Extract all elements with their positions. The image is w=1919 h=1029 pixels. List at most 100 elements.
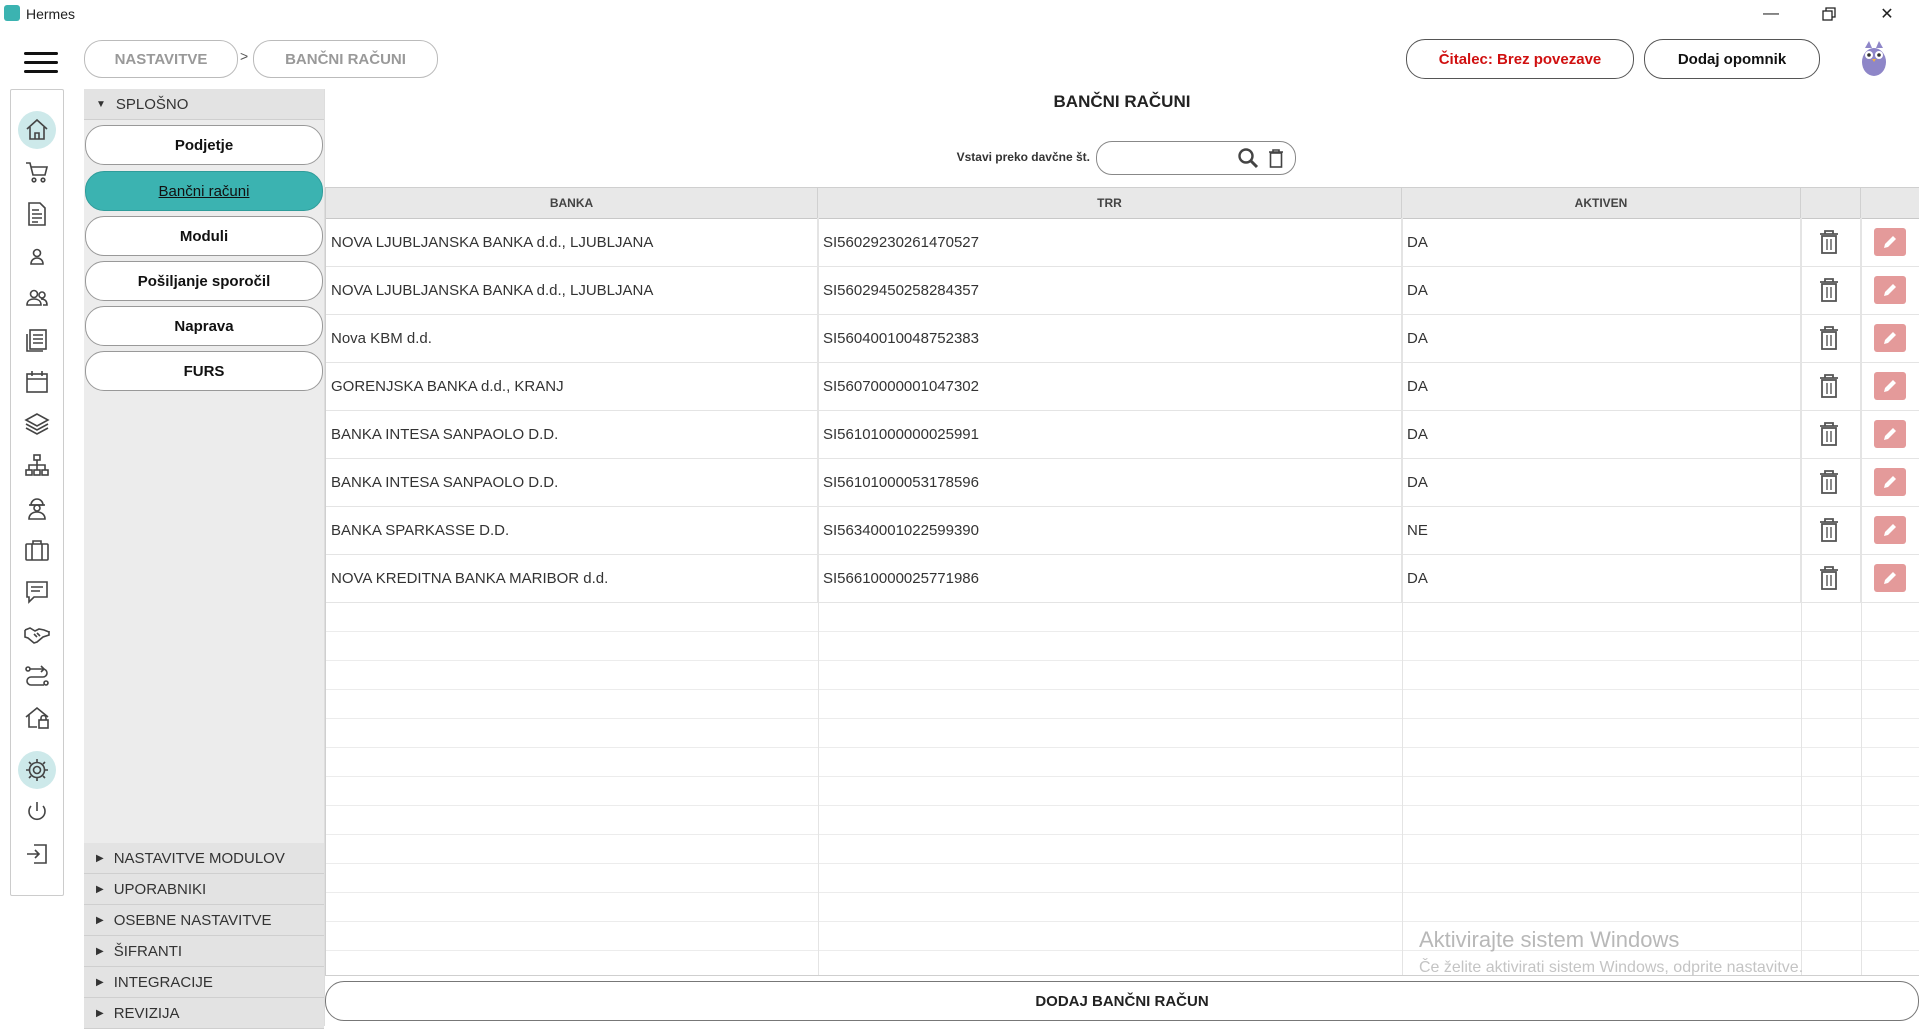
add-reminder-button[interactable]: Dodaj opomnik [1644,39,1820,79]
table-row[interactable]: NOVA KREDITNA BANKA MARIBOR d.d. SI566100… [326,554,1919,603]
network-icon[interactable] [18,447,56,485]
tax-number-input[interactable] [1109,148,1233,168]
menu-icon[interactable] [24,52,58,76]
bank-name-cell: NOVA LJUBLJANSKA BANKA d.d., LJUBLJANA [326,266,818,314]
edit-row-pencil-icon[interactable] [1874,228,1906,256]
edit-row-pencil-icon[interactable] [1874,276,1906,304]
column-header-trr[interactable]: TRR [818,188,1402,218]
delete-row-trash-icon[interactable] [1817,325,1841,351]
edit-row-pencil-icon[interactable] [1874,564,1906,592]
edit-row-pencil-icon[interactable] [1874,324,1906,352]
logout-icon[interactable] [18,835,56,873]
trr-cell: SI56029230261470527 [818,218,1402,266]
section-sifranti[interactable]: ▶ ŠIFRANTI [84,936,324,967]
settings-icon[interactable] [18,751,56,789]
section-nastavitve-modulov[interactable]: ▶ NASTAVITVE MODULOV [84,843,324,874]
column-header-banka[interactable]: BANKA [326,188,818,218]
bank-name-cell: GORENJSKA BANKA d.d., KRANJ [326,362,818,410]
side-item-posiljanje-sporocil[interactable]: Pošiljanje sporočil [85,261,323,301]
briefcase-icon[interactable] [18,531,56,569]
table-row[interactable]: Nova KBM d.d. SI56040010048752383 DA [326,314,1919,363]
table-header: BANKA TRR AKTIVEN [326,188,1919,219]
worker-icon[interactable] [18,489,56,527]
section-label: INTEGRACIJE [113,973,213,991]
trr-cell: SI56101000000025991 [818,410,1402,458]
icon-rail [10,89,64,896]
active-cell: DA [1402,554,1801,602]
section-revizija[interactable]: ▶ REVIZIJA [84,998,324,1029]
edit-row-pencil-icon[interactable] [1874,372,1906,400]
edit-row-pencil-icon[interactable] [1874,516,1906,544]
delete-row-trash-icon[interactable] [1817,229,1841,255]
delete-row-trash-icon[interactable] [1817,277,1841,303]
collapsed-triangle-icon: ▶ [96,1007,104,1019]
house-icon[interactable] [18,699,56,737]
reader-status-button[interactable]: Čitalec: Brez povezave [1406,39,1634,79]
active-cell: DA [1402,266,1801,314]
calendar-icon[interactable] [18,363,56,401]
table-row[interactable]: BANKA SPARKASSE D.D. SI56340001022599390 N… [326,506,1919,555]
bank-name-cell: Nova KBM d.d. [326,314,818,362]
edit-cell [1861,458,1919,506]
delete-row-trash-icon[interactable] [1817,517,1841,543]
expanded-triangle-icon: ▼ [96,98,106,110]
delete-row-trash-icon[interactable] [1817,373,1841,399]
cart-icon[interactable] [18,153,56,191]
add-bank-account-button[interactable]: DODAJ BANČNI RAČUN [325,981,1919,1021]
window-title: Hermes [26,6,76,22]
column-divider [818,218,819,975]
layers-icon[interactable] [18,405,56,443]
trr-cell: SI56070000001047302 [818,362,1402,410]
edit-row-pencil-icon[interactable] [1874,420,1906,448]
column-divider [1402,218,1403,975]
side-item-podjetje[interactable]: Podjetje [85,125,323,165]
search-icon[interactable] [1237,147,1259,169]
edit-cell [1861,314,1919,362]
news-icon[interactable] [18,321,56,359]
person-icon[interactable] [18,237,56,275]
trr-cell: SI56101000053178596 [818,458,1402,506]
power-icon[interactable] [18,793,56,831]
section-uporabniki[interactable]: ▶ UPORABNIKI [84,874,324,905]
delete-row-trash-icon[interactable] [1817,565,1841,591]
active-cell: NE [1402,506,1801,554]
table-row[interactable]: NOVA LJUBLJANSKA BANKA d.d., LJUBLJANA SI… [326,266,1919,315]
route-icon[interactable] [18,657,56,695]
delete-row-trash-icon[interactable] [1817,421,1841,447]
section-splosno[interactable]: ▼ SPLOŠNO [84,89,324,120]
section-integracije[interactable]: ▶ INTEGRACIJE [84,967,324,998]
minimize-icon[interactable]: — [1742,0,1800,28]
table-row[interactable]: GORENJSKA BANKA d.d., KRANJ SI56070000001… [326,362,1919,411]
breadcrumb-nastavitve[interactable]: NASTAVITVE [84,40,238,78]
tax-number-search-field[interactable] [1096,141,1296,175]
close-icon[interactable]: ✕ [1858,0,1916,28]
section-osebne-nastavitve[interactable]: ▶ OSEBNE NASTAVITVE [84,905,324,936]
home-icon[interactable] [18,111,56,149]
document-icon[interactable] [18,195,56,233]
breadcrumb-bancni-racuni[interactable]: BANČNI RAČUNI [253,40,438,78]
restore-icon[interactable] [1800,0,1858,28]
delete-cell [1801,458,1861,506]
delete-cell [1801,266,1861,314]
side-item-naprava[interactable]: Naprava [85,306,323,346]
column-divider [1861,218,1862,975]
column-header-delete [1801,188,1861,218]
chat-icon[interactable] [18,573,56,611]
delete-row-trash-icon[interactable] [1817,469,1841,495]
side-item-furs[interactable]: FURS [85,351,323,391]
table-row[interactable]: NOVA LJUBLJANSKA BANKA d.d., LJUBLJANA SI… [326,218,1919,267]
owl-avatar-icon[interactable] [1856,38,1892,78]
people-icon[interactable] [18,279,56,317]
side-item-bancni-racuni[interactable]: Bančni računi [85,171,323,211]
side-item-moduli[interactable]: Moduli [85,216,323,256]
column-header-aktiven[interactable]: AKTIVEN [1402,188,1801,218]
empty-table-row [326,892,1919,922]
edit-row-pencil-icon[interactable] [1874,468,1906,496]
delete-cell [1801,314,1861,362]
table-row[interactable]: BANKA INTESA SANPAOLO D.D. SI561010000000… [326,410,1919,459]
table-row[interactable]: BANKA INTESA SANPAOLO D.D. SI561010000531… [326,458,1919,507]
clear-trash-icon[interactable] [1265,147,1287,169]
collapsed-triangle-icon: ▶ [96,883,104,895]
empty-table-row [326,834,1919,864]
handshake-icon[interactable] [18,615,56,653]
